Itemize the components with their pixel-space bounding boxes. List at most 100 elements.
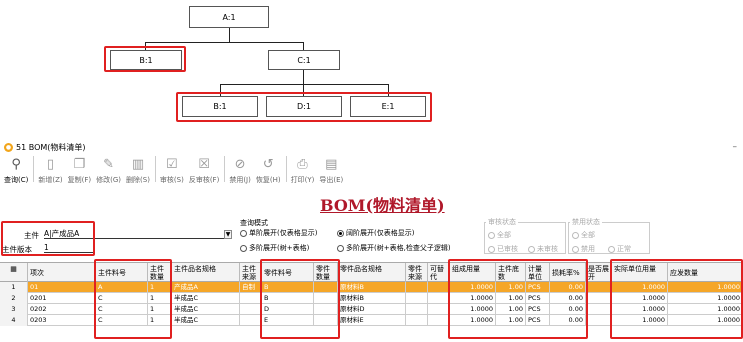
radio-indicator [337,229,344,237]
table-cell [428,282,450,293]
tree-node-label: A:1 [222,12,236,22]
toolbar-label: 禁用(J) [229,176,251,184]
radio-indicator [240,244,247,252]
disable-button[interactable]: ⊘ 禁用(J) [229,156,251,185]
new-button[interactable]: ▯ 新增(Z) [38,156,62,185]
tree-connector [145,42,303,43]
mode-multi-level-check-radio[interactable]: 多阶展开(树+表格,检查父子逻辑) [337,243,451,253]
radio-indicator [488,231,495,239]
restore-button[interactable]: ↺ 恢复(H) [256,156,281,185]
page-title: BOM(物料清单) [320,196,445,215]
table-cell: 产成品A [172,282,240,293]
radio-indicator [337,244,344,252]
table-cell [428,293,450,304]
mode-multi-level-radio[interactable]: 多阶展开(树+表格) [240,243,309,253]
query-button[interactable]: ⚲ 查询(C) [4,156,28,185]
disable-icon: ⊘ [234,157,246,172]
edit-button[interactable]: ✎ 修改(G) [96,156,121,185]
radio-indicator [608,245,615,253]
main-item-dropdown[interactable]: ▼ [224,230,232,239]
unapprove-button[interactable]: ☒ 反审核(F) [189,156,220,185]
radio-label: 阔阶展开(仅表格显示) [346,229,415,237]
disable-normal-radio[interactable]: 正常 [608,244,631,254]
table-cell [586,315,612,326]
radio-label: 未审核 [537,245,558,253]
radio-label: 正常 [617,245,631,253]
unapprove-icon: ☒ [198,157,210,172]
copy-button[interactable]: ❐ 复制(F) [68,156,92,185]
toolbar-divider [285,156,287,182]
print-icon: ⎙ [297,157,308,172]
toolbar-divider [154,156,156,182]
toolbar-label: 审核(S) [159,176,184,184]
column-header[interactable]: 零件品名规格 [338,263,406,283]
delete-button[interactable]: ▥ 删除(S) [126,156,150,185]
column-header[interactable]: 主件品名规格 [172,263,240,283]
toolbar-label: 复制(F) [67,176,92,184]
tree-node-label: C:1 [297,55,311,65]
audit-status-label: 审核状态 [486,217,518,227]
highlight-box [176,92,432,122]
table-cell [586,293,612,304]
mode-wide-level-radio[interactable]: 阔阶展开(仅表格显示) [337,228,414,238]
table-cell: 01 [28,282,96,293]
disable-status-label: 禁用状态 [570,217,602,227]
minimize-button[interactable]: – [733,142,738,152]
column-header[interactable]: 零件来源 [406,263,428,283]
print-button[interactable]: ⎙ 打印(Y) [291,156,315,185]
tree-connector [229,28,230,42]
toolbar: ⚲ 查询(C) ▯ 新增(Z) ❐ 复制(F) ✎ 修改(G) ▥ 删除(S) ☑ 审核(S… [0,156,743,188]
radio-indicator [488,245,495,253]
row-selector-header[interactable]: ▦ [0,263,28,283]
audit-approved-radio[interactable]: 已审核 [488,244,518,254]
column-header[interactable]: 是否展开 [586,263,612,283]
table-cell: 半成品C [172,304,240,315]
table-cell: 半成品C [172,315,240,326]
export-button[interactable]: ▤ 导出(E) [319,156,343,185]
highlight-box [610,259,743,339]
table-cell [586,304,612,315]
toolbar-label: 新增(Z) [38,176,63,184]
edit-icon: ✎ [103,157,115,172]
audit-unapproved-radio[interactable]: 未审核 [528,244,558,254]
table-cell: 原材料D [338,304,406,315]
disable-all-radio[interactable]: 全部 [572,230,595,240]
highlight-box [448,259,588,339]
tree-connector [220,84,388,85]
highlight-box [94,259,172,339]
grid-icon: ▦ [10,265,17,273]
bom-window: A:1 B:1 C:1 B:1 D:1 E:1 ● 51 BOM(物料清单) –… [0,0,743,342]
radio-label: 多阶展开(树+表格) [249,244,310,252]
toolbar-label: 打印(Y) [290,176,315,184]
toolbar-label: 删除(S) [126,176,150,184]
query-mode-label: 查询模式 [240,219,268,227]
toolbar-label: 查询(C) [4,176,29,184]
table-cell: 原材料E [338,315,406,326]
column-header[interactable]: 可替代 [428,263,450,283]
disable-disabled-radio[interactable]: 禁用 [572,244,595,254]
export-icon: ▤ [325,157,338,172]
row-number: 3 [0,304,28,315]
toolbar-label: 反审核(F) [188,176,220,184]
new-doc-icon: ▯ [46,157,55,172]
audit-all-radio[interactable]: 全部 [488,230,511,240]
radio-label: 多阶展开(树+表格,检查父子逻辑) [346,244,451,252]
approve-button[interactable]: ☑ 审核(S) [160,156,184,185]
column-header[interactable]: 主件来源 [240,263,262,283]
table-cell [406,315,428,326]
tree-node-root: A:1 [189,6,269,28]
column-header[interactable]: 项次 [28,263,96,283]
app-icon: ● [4,143,13,152]
table-cell [240,304,262,315]
table-cell: 0201 [28,293,96,304]
delete-icon: ▥ [131,157,145,172]
table-cell [428,315,450,326]
radio-indicator [240,229,247,237]
tree-connector [303,42,304,50]
highlight-box [1,221,95,256]
row-number: 2 [0,293,28,304]
radio-indicator [528,245,535,253]
toolbar-label: 导出(E) [319,176,344,184]
mode-single-level-radio[interactable]: 单阶展开(仅表格显示) [240,228,317,238]
table-cell [406,304,428,315]
